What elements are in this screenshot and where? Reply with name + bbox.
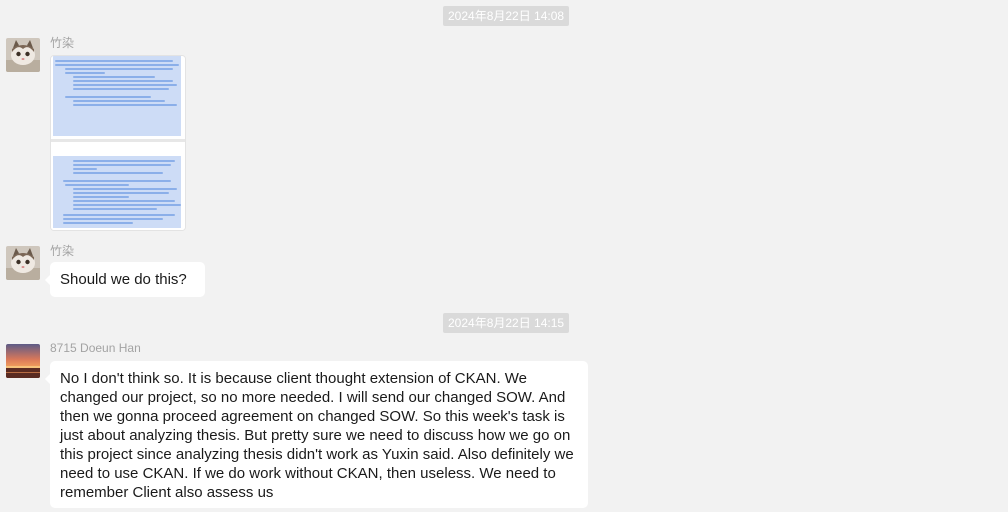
message-text: No I don't think so. It is because clien… bbox=[60, 369, 574, 502]
document-page-1 bbox=[51, 56, 185, 138]
message-line: changed our project, so no more needed. … bbox=[60, 389, 566, 406]
cat-avatar-icon[interactable] bbox=[6, 246, 40, 280]
document-image-message[interactable] bbox=[50, 55, 186, 231]
message-text: Should we do this? bbox=[60, 271, 187, 288]
message-bubble[interactable]: Should we do this? bbox=[45, 262, 205, 297]
timestamp: 2024年8月22日 14:15 bbox=[443, 313, 570, 333]
sunset-avatar-icon[interactable] bbox=[6, 344, 40, 378]
sender-name: 竹染 bbox=[50, 36, 75, 50]
message-line: No I don't think so. It is because clien… bbox=[60, 370, 528, 387]
message-bubble[interactable]: No I don't think so. It is because clien… bbox=[45, 361, 588, 508]
cat-avatar-icon[interactable] bbox=[6, 38, 40, 72]
message-line: this project since analyzing thesis didn… bbox=[60, 446, 574, 463]
timestamp: 2024年8月22日 14:08 bbox=[443, 6, 570, 26]
document-page-2 bbox=[51, 142, 185, 230]
message-line: need to use CKAN. If we do work without … bbox=[60, 465, 556, 482]
message-line: just about analyzing thesis. But pretty … bbox=[60, 427, 571, 444]
sender-name: 竹染 bbox=[50, 244, 75, 258]
message-line: then we gonna proceed agreement on chang… bbox=[60, 408, 565, 425]
message-line: remember Client also assess us bbox=[60, 484, 274, 501]
sender-name: 8715 Doeun Han bbox=[50, 341, 141, 355]
